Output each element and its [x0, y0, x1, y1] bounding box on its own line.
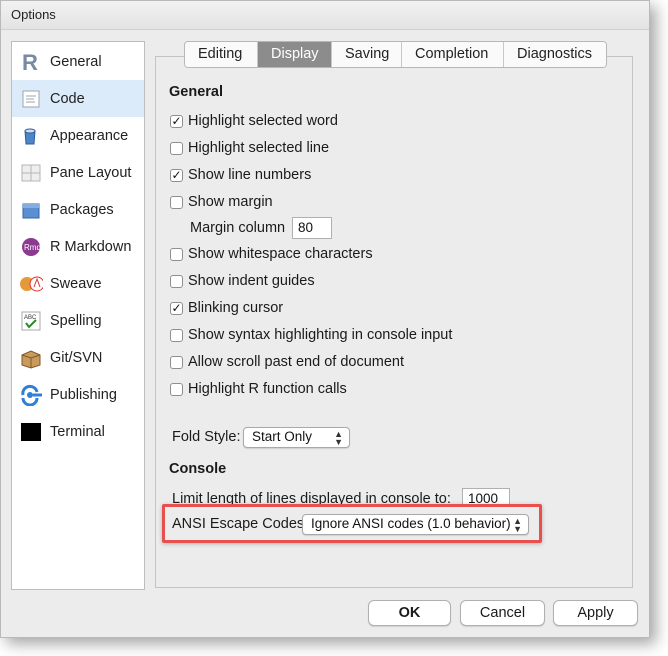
tab-display[interactable]: Display	[258, 42, 332, 67]
sidebar-item-packages[interactable]: Packages	[12, 191, 144, 228]
terminal-icon	[19, 421, 43, 443]
option-label: Show indent guides	[188, 273, 315, 289]
highlight-selected-word-checkbox[interactable]: ✓ Highlight selected word	[170, 112, 338, 130]
sidebar-item-label: Terminal	[50, 423, 105, 440]
sidebar-item-label: Pane Layout	[50, 164, 132, 181]
sidebar-item-label: Packages	[50, 201, 114, 218]
select-arrows-icon: ▲ ▼	[334, 429, 343, 447]
option-label: Blinking cursor	[188, 300, 284, 316]
blinking-cursor-checkbox[interactable]: ✓ Blinking cursor	[170, 299, 283, 317]
sidebar-item-label: Git/SVN	[50, 349, 103, 366]
fold-style-label: Fold Style:	[172, 429, 241, 445]
console-syntax-highlighting-checkbox[interactable]: Show syntax highlighting in console inpu…	[170, 326, 452, 344]
show-whitespace-checkbox[interactable]: Show whitespace characters	[170, 245, 373, 263]
option-label: Show whitespace characters	[188, 246, 373, 262]
cancel-button[interactable]: Cancel	[460, 600, 545, 626]
highlight-r-function-calls-checkbox[interactable]: Highlight R function calls	[170, 380, 347, 398]
tab-diagnostics[interactable]: Diagnostics	[504, 42, 606, 67]
show-margin-checkbox[interactable]: Show margin	[170, 193, 273, 211]
checkbox-unchecked[interactable]	[170, 328, 183, 342]
sidebar-item-label: Publishing	[50, 386, 117, 403]
show-line-numbers-checkbox[interactable]: ✓ Show line numbers	[170, 166, 311, 184]
checkbox-checked[interactable]: ✓	[170, 168, 183, 182]
scroll-past-end-checkbox[interactable]: Allow scroll past end of document	[170, 353, 404, 371]
sidebar-item-general[interactable]: R General	[12, 43, 144, 80]
sidebar-item-appearance[interactable]: Appearance	[12, 117, 144, 154]
rmd-icon: Rmd	[19, 236, 43, 258]
pane-layout-icon	[19, 162, 43, 184]
checkbox-unchecked[interactable]	[170, 141, 183, 155]
option-label: Show margin	[188, 194, 273, 210]
margin-column-input[interactable]: 80	[292, 217, 332, 239]
ansi-setting-highlight-box	[162, 504, 542, 543]
spelling-icon: ABC	[19, 310, 43, 332]
checkbox-unchecked[interactable]	[170, 355, 183, 369]
option-label: Show syntax highlighting in console inpu…	[188, 327, 453, 343]
sidebar-item-code[interactable]: Code	[12, 80, 144, 117]
sidebar-item-publishing[interactable]: Publishing	[12, 376, 144, 413]
option-label: Highlight selected line	[188, 140, 330, 156]
highlight-selected-line-checkbox[interactable]: Highlight selected line	[170, 139, 329, 157]
option-label: Highlight R function calls	[188, 381, 347, 397]
sidebar-item-pane-layout[interactable]: Pane Layout	[12, 154, 144, 191]
git-box-icon	[19, 347, 43, 369]
option-label: Highlight selected word	[188, 113, 338, 129]
show-indent-guides-checkbox[interactable]: Show indent guides	[170, 272, 315, 290]
option-label: Allow scroll past end of document	[188, 354, 404, 370]
console-section-title: Console	[169, 461, 227, 477]
r-logo-icon: R	[19, 51, 43, 73]
apply-button[interactable]: Apply	[553, 600, 638, 626]
window-title: Options	[11, 7, 56, 22]
options-sidebar: R General Code Appearance Pane Layout Pa…	[11, 41, 145, 590]
ok-button[interactable]: OK	[368, 600, 451, 626]
option-label: Show line numbers	[188, 167, 312, 183]
checkbox-checked[interactable]: ✓	[170, 301, 183, 315]
checkbox-unchecked[interactable]	[170, 382, 183, 396]
checkbox-unchecked[interactable]	[170, 195, 183, 209]
svg-text:Rmd: Rmd	[24, 243, 41, 252]
code-icon	[19, 88, 43, 110]
paint-bucket-icon	[19, 125, 43, 147]
sidebar-item-label: Spelling	[50, 312, 102, 329]
sidebar-item-sweave[interactable]: Sweave	[12, 265, 144, 302]
sidebar-item-label: Code	[50, 90, 85, 107]
sweave-icon	[19, 273, 43, 295]
tab-saving[interactable]: Saving	[332, 42, 402, 67]
sidebar-item-label: R Markdown	[50, 238, 132, 255]
sidebar-item-label: Appearance	[50, 127, 129, 144]
package-icon	[19, 199, 43, 221]
sidebar-item-label: General	[50, 53, 102, 70]
sidebar-item-r-markdown[interactable]: Rmd R Markdown	[12, 228, 144, 265]
sidebar-item-label: Sweave	[50, 275, 102, 292]
tab-completion[interactable]: Completion	[402, 42, 504, 67]
title-bar: Options	[1, 1, 649, 30]
tab-bar: Editing Display Saving Completion Diagno…	[184, 41, 607, 68]
sidebar-item-git-svn[interactable]: Git/SVN	[12, 339, 144, 376]
margin-column-label: Margin column	[190, 220, 286, 236]
svg-text:R: R	[22, 51, 38, 73]
sidebar-item-terminal[interactable]: Terminal	[12, 413, 144, 450]
tab-editing[interactable]: Editing	[185, 42, 258, 67]
fold-style-select[interactable]: Start Only ▲ ▼	[243, 427, 350, 448]
general-section-title: General	[169, 84, 223, 100]
publishing-icon	[19, 384, 43, 406]
fold-style-value: Start Only	[252, 429, 313, 444]
checkbox-unchecked[interactable]	[170, 247, 183, 261]
sidebar-item-spelling[interactable]: ABC Spelling	[12, 302, 144, 339]
checkbox-checked[interactable]: ✓	[170, 114, 183, 128]
checkbox-unchecked[interactable]	[170, 274, 183, 288]
